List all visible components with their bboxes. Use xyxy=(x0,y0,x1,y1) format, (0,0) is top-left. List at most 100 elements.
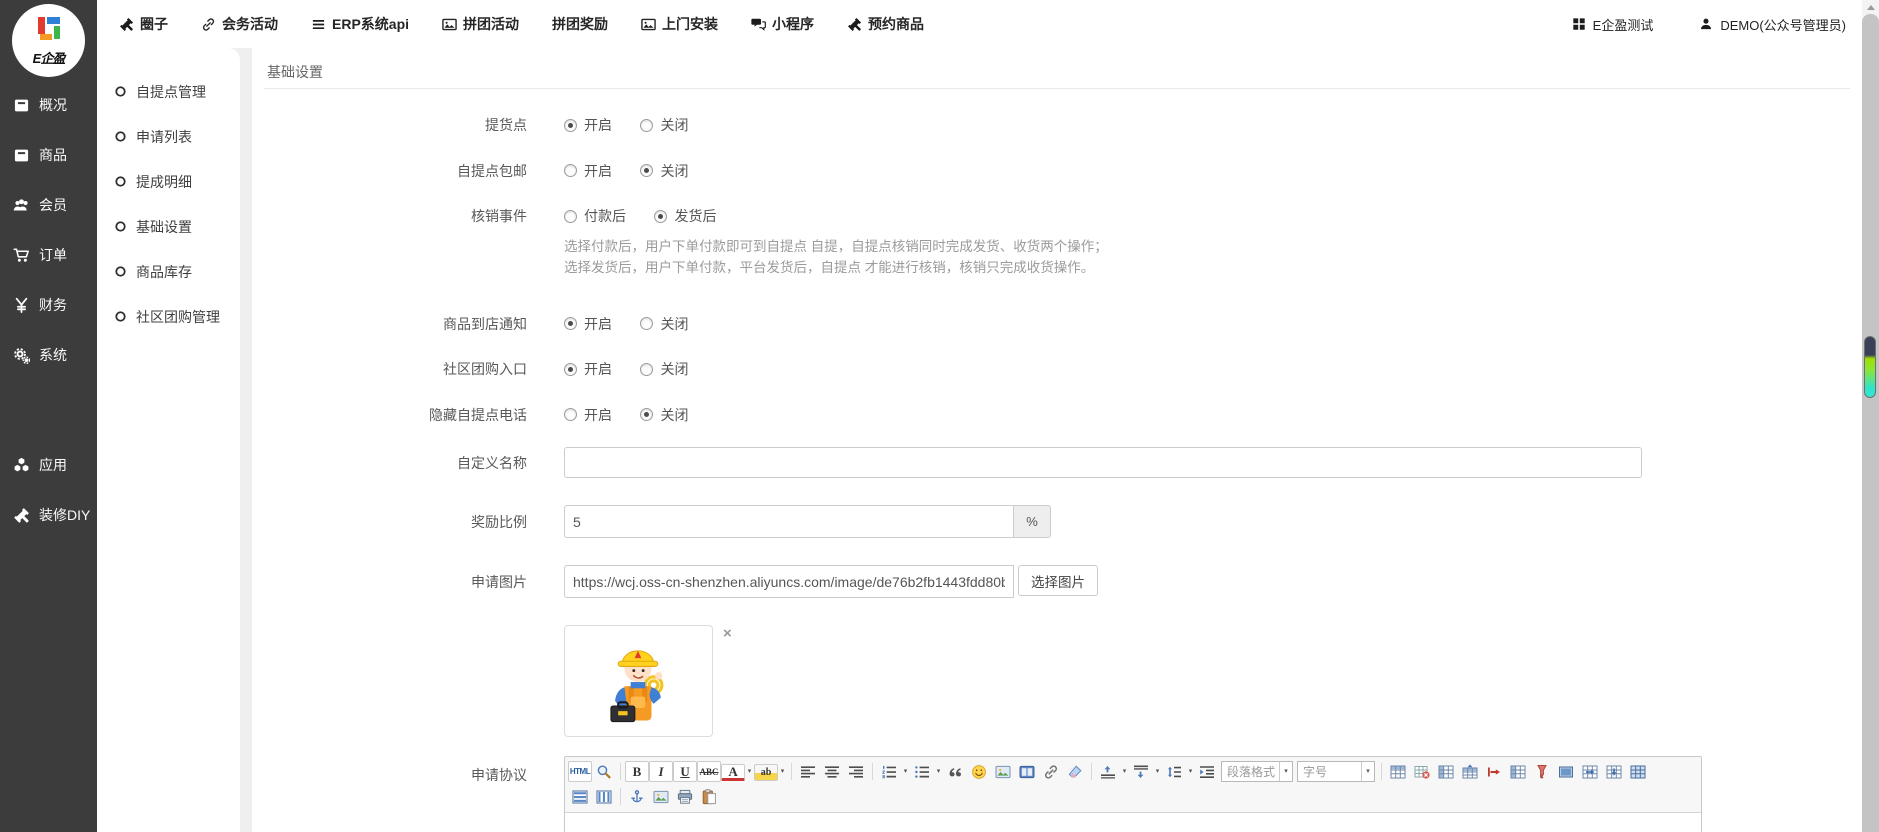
editor-body[interactable] xyxy=(565,813,1701,832)
sidebar-item-decorate-diy[interactable]: 装修DIY xyxy=(0,490,97,540)
chevron-down-icon[interactable]: ▾ xyxy=(1186,759,1195,785)
cell-properties-button[interactable] xyxy=(1554,761,1578,782)
table-columns-button[interactable] xyxy=(592,786,616,807)
insert-column-button[interactable] xyxy=(1506,761,1530,782)
submenu-item-pickup-management[interactable]: 自提点管理 xyxy=(97,69,240,114)
scrollbar-thumb[interactable] xyxy=(1864,336,1876,398)
italic-button[interactable]: I xyxy=(649,761,673,782)
sidebar-item-goods[interactable]: 商品 xyxy=(0,130,97,180)
app-logo[interactable]: E企盈 xyxy=(12,4,85,77)
delete-row-button[interactable] xyxy=(1530,761,1554,782)
radio-option-off[interactable]: 关闭 xyxy=(640,112,688,138)
sidebar-item-orders[interactable]: 订单 xyxy=(0,230,97,280)
chevron-down-icon[interactable]: ▾ xyxy=(1153,759,1162,785)
select-table-button[interactable] xyxy=(1626,761,1650,782)
scroll-up-button[interactable] xyxy=(1862,0,1879,14)
chevron-down-icon[interactable]: ▾ xyxy=(901,759,910,785)
custom-name-input[interactable] xyxy=(564,447,1642,478)
align-left-button[interactable] xyxy=(796,761,820,782)
chevron-down-icon[interactable]: ▾ xyxy=(1120,759,1129,785)
delete-table-button[interactable] xyxy=(1410,761,1434,782)
font-color-button[interactable]: A xyxy=(721,764,745,781)
nav-item-groupon-reward[interactable]: 拼团奖励 xyxy=(552,14,608,34)
insert-link-button[interactable] xyxy=(1039,761,1063,782)
insert-row-below-button[interactable] xyxy=(1578,761,1602,782)
radio-option-on[interactable]: 开启 xyxy=(564,158,612,184)
nav-item-conference[interactable]: 会务活动 xyxy=(201,14,278,34)
strikethrough-button[interactable]: ABC xyxy=(697,761,721,782)
underline-button[interactable]: U xyxy=(673,761,697,782)
image-map-button[interactable] xyxy=(649,786,673,807)
insert-column-after-button[interactable] xyxy=(1602,761,1626,782)
line-height-button[interactable] xyxy=(1162,761,1186,782)
preview-button[interactable] xyxy=(592,761,616,782)
anchor-button[interactable] xyxy=(625,786,649,807)
radio-option-on[interactable]: 开启 xyxy=(564,402,612,428)
insert-table-button[interactable] xyxy=(1386,761,1410,782)
paste-button[interactable] xyxy=(697,786,721,807)
radio-option-off[interactable]: 关闭 xyxy=(640,402,688,428)
sidebar-item-apps[interactable]: 应用 xyxy=(0,440,97,490)
sidebar-item-members[interactable]: 会员 xyxy=(0,180,97,230)
unordered-list-button[interactable] xyxy=(910,761,934,782)
chevron-down-icon[interactable]: ▾ xyxy=(778,759,787,785)
nav-item-home-install[interactable]: 上门安装 xyxy=(641,14,718,34)
radio-option-on[interactable]: 开启 xyxy=(564,311,612,337)
font-size-select[interactable]: 字号▾ xyxy=(1297,761,1375,782)
merge-cells-button[interactable] xyxy=(1482,761,1506,782)
chevron-down-icon[interactable]: ▾ xyxy=(934,759,943,785)
nav-item-groupon[interactable]: 拼团活动 xyxy=(442,14,519,34)
workspace-switcher[interactable]: E企盈测试 xyxy=(1572,15,1654,34)
percent-addon: % xyxy=(1014,505,1051,538)
account-menu[interactable]: DEMO(公众号管理员) xyxy=(1699,15,1846,34)
radio-icon xyxy=(564,408,577,421)
radio-option-off[interactable]: 关闭 xyxy=(640,356,688,382)
indent-button[interactable] xyxy=(1195,761,1219,782)
print-button[interactable] xyxy=(673,786,697,807)
radio-option-off[interactable]: 关闭 xyxy=(640,311,688,337)
align-right-button[interactable] xyxy=(844,761,868,782)
nav-item-mini-program[interactable]: 小程序 xyxy=(751,14,814,34)
sidebar-item-system[interactable]: 系统 xyxy=(0,330,97,380)
blockquote-button[interactable] xyxy=(943,761,967,782)
paragraph-top-spacing-button[interactable] xyxy=(1096,761,1120,782)
radio-label: 开启 xyxy=(584,356,612,382)
radio-option-after-shipping[interactable]: 发货后 xyxy=(654,203,716,229)
submenu-item-goods-stock[interactable]: 商品库存 xyxy=(97,249,240,294)
nav-item-erp-api[interactable]: ERP系统api xyxy=(311,14,409,34)
ordered-list-button[interactable] xyxy=(877,761,901,782)
submenu-item-apply-list[interactable]: 申请列表 xyxy=(97,114,240,159)
nav-item-circle[interactable]: 圈子 xyxy=(119,14,168,34)
submenu-item-commission-detail[interactable]: 提成明细 xyxy=(97,159,240,204)
sidebar-item-overview[interactable]: 概况 xyxy=(0,80,97,130)
circle-icon xyxy=(114,265,127,278)
highlight-button[interactable]: ab xyxy=(754,764,778,781)
remove-image-icon[interactable]: × xyxy=(723,627,732,641)
table-rows-button[interactable] xyxy=(568,786,592,807)
bold-button[interactable]: B xyxy=(625,761,649,782)
choose-image-button[interactable]: 选择图片 xyxy=(1018,565,1098,596)
submenu-item-community-groupon[interactable]: 社区团购管理 xyxy=(97,294,240,339)
paragraph-bottom-spacing-button[interactable] xyxy=(1129,761,1153,782)
submenu-item-basic-settings[interactable]: 基础设置 xyxy=(97,204,240,249)
insert-media-button[interactable] xyxy=(1015,761,1039,782)
insert-row-above-button[interactable] xyxy=(1458,761,1482,782)
sidebar-item-finance[interactable]: 财务 xyxy=(0,280,97,330)
apply-image-url-input[interactable] xyxy=(564,565,1014,598)
align-center-button[interactable] xyxy=(820,761,844,782)
remove-format-button[interactable] xyxy=(1063,761,1087,782)
paragraph-format-select[interactable]: 段落格式▾ xyxy=(1221,761,1293,782)
radio-option-off[interactable]: 关闭 xyxy=(640,158,688,184)
radio-option-on[interactable]: 开启 xyxy=(564,112,612,138)
insert-image-button[interactable] xyxy=(991,761,1015,782)
radio-option-after-payment[interactable]: 付款后 xyxy=(564,203,626,229)
emoticon-button[interactable] xyxy=(967,761,991,782)
chevron-down-icon[interactable]: ▾ xyxy=(745,759,754,785)
reward-ratio-input[interactable] xyxy=(564,505,1014,538)
scrollbar-track[interactable] xyxy=(1862,14,1879,832)
nav-item-booking-goods[interactable]: 预约商品 xyxy=(847,14,924,34)
quote-icon xyxy=(947,764,963,780)
radio-option-on[interactable]: 开启 xyxy=(564,356,612,382)
table-properties-button[interactable] xyxy=(1434,761,1458,782)
html-source-button[interactable]: HTML xyxy=(568,761,592,782)
